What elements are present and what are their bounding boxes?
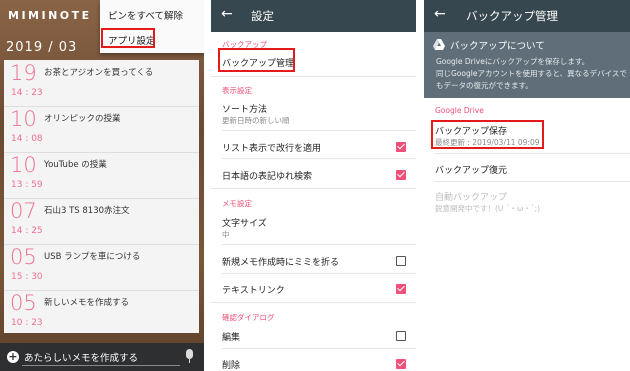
edit-item[interactable]: 編集 [222, 330, 240, 343]
font-size-subtitle: 中 [222, 230, 230, 239]
list-wrap-item[interactable]: リスト表示で改行を適用 [222, 141, 321, 154]
new-memo-input[interactable]: あたらしいメモを作成する [24, 350, 138, 364]
backup-restore-item[interactable]: バックアップ復元 [435, 163, 507, 176]
memo-list: 19 14 : 23 お茶とアジオンを買ってくる 10 14 : 08 オリンピ… [4, 60, 199, 333]
input-underline [22, 365, 180, 366]
backup-info-card: バックアップについて Google Driveにバックアップを保存します。 同じ… [424, 32, 630, 98]
app-bar: ← バックアップ管理 [424, 0, 630, 32]
divider [211, 302, 416, 303]
section-display: 表示設定 [222, 86, 252, 95]
memo-time: 13 : 59 [11, 180, 43, 190]
fold-new-checkbox[interactable] [396, 256, 406, 266]
memo-time: 14 : 25 [11, 226, 43, 236]
list-item[interactable]: 05 15 : 30 USB ランプを車につける [4, 244, 199, 291]
mic-icon[interactable] [186, 349, 193, 359]
memo-day: 05 [10, 291, 37, 315]
auto-backup-subtitle: 鋭意開発中です！(U ´・ω・`;) [435, 204, 541, 213]
memo-day: 19 [10, 61, 37, 85]
list-item[interactable]: 07 14 : 25 石山3 TS 8130赤注文 [4, 198, 199, 245]
memo-day: 07 [10, 199, 37, 223]
app-bar: ← 設定 [211, 0, 416, 32]
jp-fuzzy-checkbox[interactable] [396, 170, 406, 180]
divider [222, 158, 416, 159]
auto-backup-item: 自動バックアップ [435, 193, 508, 203]
settings-screen: ← 設定 バックアップ バックアップ管理 表示設定 ソート方法 更新日時の新しい… [211, 0, 416, 371]
page-title: バックアップ管理 [466, 9, 558, 23]
memo-day: 10 [10, 107, 37, 131]
jp-fuzzy-item[interactable]: 日本語の表記ゆれ検索 [222, 169, 312, 182]
month-header: 2019 / 03 [6, 40, 78, 55]
memo-time: 15 : 30 [11, 272, 43, 282]
mic-icon-stand [189, 359, 190, 363]
memo-title: オリンピックの授業 [44, 114, 121, 124]
divider [222, 130, 416, 131]
sort-subtitle: 更新日時の新しい順 [222, 116, 290, 125]
memo-title: お茶とアジオンを買ってくる [44, 68, 154, 78]
divider [222, 348, 416, 349]
memo-title: 石山3 TS 8130赤注文 [44, 206, 130, 216]
highlight-box [218, 48, 295, 72]
memo-title: YouTube の授業 [44, 160, 107, 170]
backup-info-line: 同じGoogleアカウントを使用すると、異なるデバイスで [436, 69, 627, 78]
divider [222, 244, 416, 245]
section-confirm: 確認ダイアログ [222, 313, 275, 322]
section-google-drive: Google Drive [435, 106, 484, 115]
section-memo: メモ設定 [222, 199, 252, 208]
backup-info-line: Google Driveにバックアップを保存します。 [436, 57, 590, 66]
memo-day: 10 [10, 153, 37, 177]
app-brand: MIMINOTE [8, 9, 92, 22]
divider [211, 188, 416, 189]
memo-time: 14 : 08 [11, 134, 43, 144]
divider [211, 76, 416, 77]
delete-item[interactable]: 削除 [222, 358, 240, 371]
memo-time: 14 : 23 [11, 88, 43, 98]
back-arrow-icon[interactable]: ← [434, 6, 446, 22]
fold-new-item[interactable]: 新規メモ作成時にミミを折る [222, 255, 339, 268]
list-item[interactable]: 19 14 : 23 お茶とアジオンを買ってくる [4, 60, 199, 107]
unpin-all-menu-item[interactable]: ピンをすべて解除 [108, 8, 183, 22]
divider [435, 181, 630, 182]
edit-checkbox[interactable] [396, 331, 406, 341]
new-memo-bar: + あたらしいメモを作成する [0, 343, 204, 371]
textlink-item[interactable]: テキストリンク [222, 283, 285, 296]
memo-list-screen: MIMINOTE 2019 / 03 19 14 : 23 お茶とアジオンを買っ… [0, 0, 204, 371]
divider [222, 273, 416, 274]
backup-info-header: バックアップについて [450, 41, 545, 52]
list-wrap-checkbox[interactable] [396, 142, 406, 152]
sort-item[interactable]: ソート方法 [222, 102, 267, 115]
back-arrow-icon[interactable]: ← [221, 6, 233, 22]
highlight-box [101, 28, 155, 48]
backup-screen: ← バックアップ管理 バックアップについて Google Driveにバックアッ… [424, 0, 630, 371]
textlink-checkbox[interactable] [396, 284, 406, 294]
list-item[interactable]: 10 14 : 08 オリンピックの授業 [4, 106, 199, 153]
delete-checkbox[interactable] [396, 359, 406, 369]
divider [435, 153, 630, 154]
list-item[interactable]: 10 13 : 59 YouTube の授業 [4, 152, 199, 199]
highlight-box [431, 120, 544, 149]
memo-time: 10 : 23 [11, 318, 43, 328]
memo-title: USB ランプを車につける [44, 252, 141, 262]
font-size-item[interactable]: 文字サイズ [222, 216, 267, 229]
google-drive-icon [433, 39, 445, 50]
memo-day: 05 [10, 245, 37, 269]
memo-title: 新しいメモを作成する [44, 298, 130, 308]
add-icon[interactable]: + [7, 351, 19, 363]
list-item[interactable]: 05 10 : 23 新しいメモを作成する [4, 290, 199, 336]
page-title: 設定 [251, 9, 274, 23]
backup-info-line: もデータの復元ができます。 [436, 81, 533, 90]
